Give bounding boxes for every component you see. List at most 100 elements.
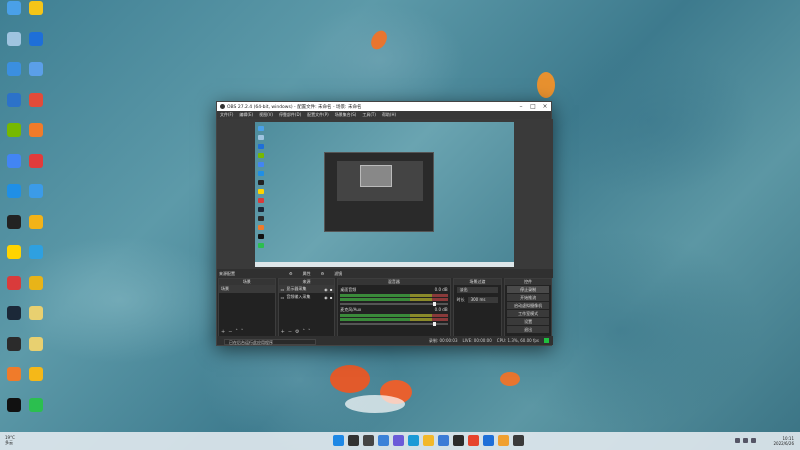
slider-knob[interactable] [432, 302, 436, 306]
search-icon[interactable] [348, 435, 359, 446]
eye-icon[interactable]: ◉ [324, 287, 328, 292]
volume-slider[interactable] [340, 322, 448, 326]
explorer-icon[interactable] [423, 435, 434, 446]
desktop-icon-26[interactable] [24, 367, 48, 391]
studio-mode-button[interactable]: 工作室模式 [507, 310, 549, 317]
down-icon[interactable]: ˅ [308, 329, 311, 335]
clock[interactable]: 10:11 2022/6/26 [773, 436, 794, 446]
widgets-icon[interactable] [378, 435, 389, 446]
desktop-icon-12[interactable] [24, 153, 48, 178]
desktop-icon-7[interactable] [2, 92, 26, 117]
desktop-icon-1[interactable] [2, 1, 26, 25]
desktop-icon-10[interactable] [24, 123, 48, 147]
remove-icon[interactable]: − [288, 329, 292, 335]
gear-icon[interactable]: ⚙ [295, 329, 299, 335]
exit-button[interactable]: 退出 [507, 326, 549, 333]
desktop-icon-28[interactable] [24, 397, 48, 422]
volume-icon[interactable] [743, 438, 748, 443]
mixer-channel: 桌面音频 0.0 dB [340, 287, 448, 306]
up-icon[interactable]: ˄ [235, 329, 238, 335]
taskview-icon[interactable] [363, 435, 374, 446]
start-icon[interactable] [333, 435, 344, 446]
source-item-label: 显示器采集 [286, 286, 307, 291]
desktop-icon-1-glyph [7, 1, 21, 15]
desktop-icon-4[interactable] [24, 31, 48, 56]
chat-icon[interactable] [393, 435, 404, 446]
close-icon[interactable]: × [539, 102, 551, 111]
up-icon[interactable]: ˄ [303, 329, 306, 335]
sources-footer: + − ⚙ ˄ ˅ [281, 329, 311, 335]
desktop-icon-19-glyph [7, 275, 21, 290]
remove-icon[interactable]: − [228, 329, 232, 335]
add-icon[interactable]: + [221, 329, 225, 335]
slider-knob[interactable] [432, 322, 436, 326]
lock-icon[interactable]: ▪ [330, 295, 333, 300]
edge-icon[interactable] [408, 435, 419, 446]
menu-tools[interactable]: 工具(T) [362, 112, 376, 118]
menu-docks[interactable]: 停靠部件(D) [279, 112, 301, 118]
source-item[interactable]: ▭ 音频输入采集 ◉ ▪ [279, 293, 335, 301]
filters-button[interactable]: 滤镜 [334, 271, 342, 277]
menu-edit[interactable]: 编辑(E) [239, 112, 253, 118]
desktop-icon-13[interactable] [2, 184, 26, 208]
network-icon[interactable] [735, 438, 740, 443]
desktop-icon-21[interactable] [2, 306, 26, 330]
duration-input[interactable]: 300 ms [467, 297, 499, 303]
desktop-icon-15[interactable] [2, 214, 26, 239]
volume-slider[interactable] [340, 302, 448, 306]
stop-recording-button[interactable]: 停止录制 [507, 286, 549, 293]
weather-widget[interactable]: 19°C 多云 [5, 435, 15, 445]
virtual-camera-button[interactable]: 启动虚拟摄像机 [507, 302, 549, 309]
desktop-icon-23[interactable] [2, 336, 26, 361]
menu-file[interactable]: 文件(F) [220, 112, 233, 118]
desktop-icon-16[interactable] [24, 214, 48, 239]
desktop-icon-18[interactable] [24, 245, 48, 269]
battery-icon[interactable] [751, 438, 756, 443]
app-icon-1[interactable] [453, 435, 464, 446]
menu-profile[interactable]: 配置文件(P) [307, 112, 329, 118]
notification-toast[interactable]: 已在后台运行此应用程序 [224, 339, 316, 345]
desktop-icon-8[interactable] [24, 92, 48, 117]
obs-titlebar[interactable]: OBS 27.2.4 (64-bit, windows) - 配置文件: 未命名… [217, 102, 551, 111]
minimize-icon[interactable]: – [515, 102, 527, 111]
app-icon-4[interactable] [498, 435, 509, 446]
desktop-icon-6[interactable] [24, 62, 48, 86]
gear-icon[interactable]: ⚙ [289, 271, 293, 276]
transition-type-select[interactable]: 淡出 [456, 287, 499, 293]
filter-icon[interactable]: ⚙ [321, 271, 325, 276]
lock-icon[interactable]: ▪ [330, 287, 333, 292]
add-icon[interactable]: + [281, 329, 285, 335]
desktop-icon-3[interactable] [2, 31, 26, 56]
properties-button[interactable]: 属性 [303, 271, 311, 277]
app-icon-2[interactable] [468, 435, 479, 446]
desktop-icon-11[interactable] [2, 153, 26, 178]
desktop-icon-22[interactable] [24, 306, 48, 330]
app-icon-3[interactable] [483, 435, 494, 446]
desktop-icon-14[interactable] [24, 184, 48, 208]
desktop-icon-5[interactable] [2, 62, 26, 86]
desktop-icon-19[interactable] [2, 275, 26, 300]
desktop-icon-20[interactable] [24, 275, 48, 300]
obs-icon[interactable] [513, 435, 524, 446]
desktop-icon-2[interactable] [24, 1, 48, 25]
start-streaming-button[interactable]: 开始推流 [507, 294, 549, 301]
maximize-icon[interactable]: □ [527, 102, 539, 111]
cpu-status: CPU: 1.3%, 60.00 fps [496, 338, 539, 343]
menu-scene-collection[interactable]: 场景集合(S) [335, 112, 357, 118]
obs-app-icon [220, 104, 225, 109]
store-icon[interactable] [438, 435, 449, 446]
eye-icon[interactable]: ◉ [324, 295, 328, 300]
settings-button[interactable]: 设置 [507, 318, 549, 325]
down-icon[interactable]: ˅ [241, 329, 244, 335]
desktop-icon-25[interactable] [2, 367, 26, 391]
desktop-icon-27[interactable] [2, 397, 26, 422]
desktop-icon-17[interactable] [2, 245, 26, 269]
menu-help[interactable]: 帮助(H) [382, 112, 396, 118]
desktop-icon-9[interactable] [2, 123, 26, 147]
menu-view[interactable]: 视图(V) [259, 112, 273, 118]
desktop-icon-23-glyph [7, 336, 21, 351]
scene-item[interactable]: 场景 [219, 285, 275, 293]
source-item[interactable]: ▭ 显示器采集 ◉ ▪ [278, 285, 335, 293]
desktop-icon-24[interactable] [24, 336, 48, 361]
preview-canvas[interactable] [255, 122, 514, 267]
